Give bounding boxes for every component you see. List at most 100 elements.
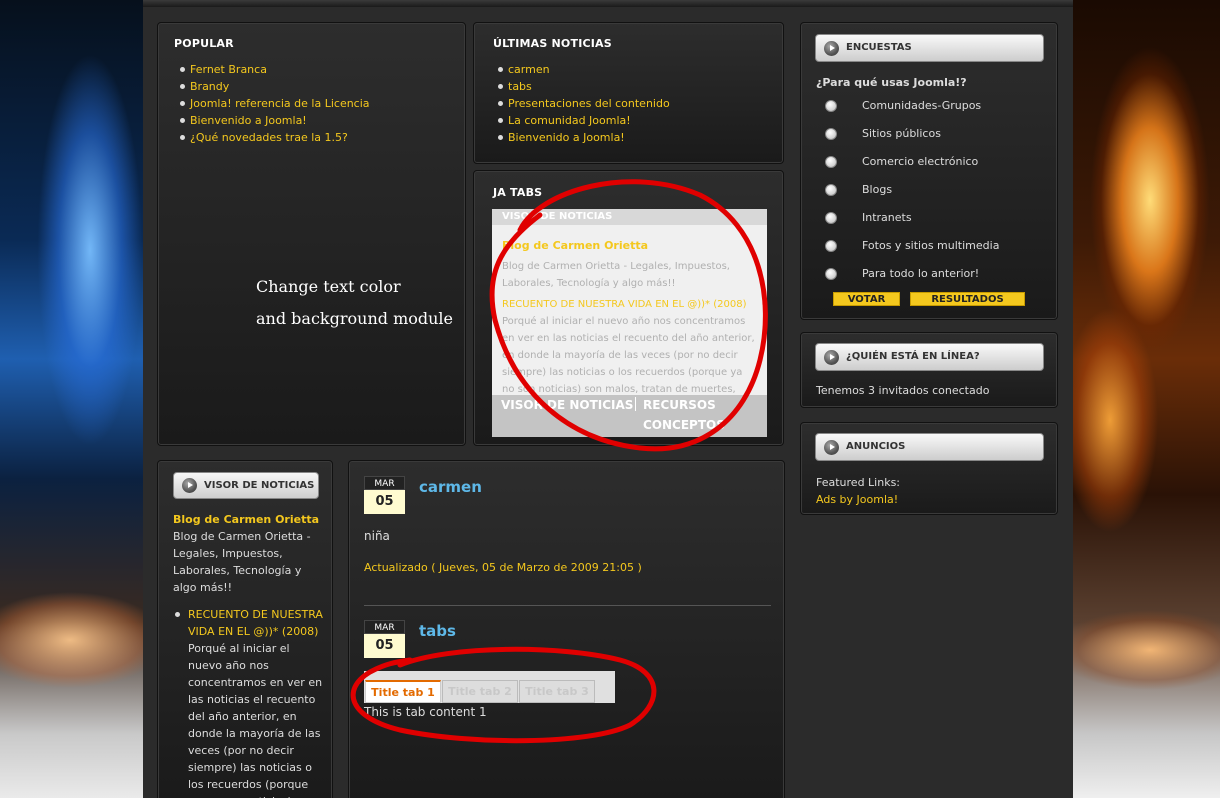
- vote-button[interactable]: VOTAR: [833, 292, 900, 306]
- list-item: Bienvenido a Joomla!: [178, 112, 370, 129]
- ultimas-title: ÚLTIMAS NOTICIAS: [493, 37, 612, 50]
- top-bar: [143, 0, 1073, 7]
- visor-item-text: Porqué al iniciar el nuevo año nos conce…: [188, 642, 323, 798]
- poll-question: ¿Para qué usas Joomla!?: [816, 76, 967, 89]
- popular-link[interactable]: Brandy: [190, 80, 229, 93]
- divider: [364, 605, 771, 606]
- date-day: 05: [364, 634, 405, 658]
- main-content: MAR 05 carmen niña Actualizado ( Jueves,…: [348, 460, 785, 798]
- tab-title-3[interactable]: Title tab 3: [519, 680, 595, 703]
- jatabs-module: JA TABS VISOR DE NOTICIAS Blog de Carmen…: [473, 170, 784, 446]
- jatabs-tabbar: VISOR DE NOTICIAS RECURSOS CONCEPTOS: [492, 395, 767, 437]
- poll-option-label: Sitios públicos: [862, 127, 941, 140]
- visor-blog-text: Blog de Carmen Orietta - Legales, Impues…: [173, 530, 311, 594]
- ultimas-noticias-module: ÚLTIMAS NOTICIAS carmen tabs Presentacio…: [473, 22, 784, 164]
- ads-link[interactable]: Ads by Joomla!: [816, 493, 898, 506]
- annotation-note: Change text color and background module: [256, 271, 453, 335]
- popular-link[interactable]: Joomla! referencia de la Licencia: [190, 97, 370, 110]
- ultimas-link[interactable]: carmen: [508, 63, 550, 76]
- jatabs-post-title[interactable]: Blog de Carmen Orietta: [502, 237, 757, 254]
- popular-link[interactable]: Fernet Branca: [190, 63, 267, 76]
- poll-option-label: Intranets: [862, 211, 912, 224]
- jatabs-tab-visor[interactable]: VISOR DE NOTICIAS: [501, 395, 633, 415]
- poll-option-label: Comunidades-Grupos: [862, 99, 982, 112]
- jatabs-panel: VISOR DE NOTICIAS Blog de Carmen Orietta…: [492, 209, 767, 437]
- radio-button[interactable]: [825, 156, 837, 168]
- radio-button[interactable]: [825, 100, 837, 112]
- jatabs-body: Blog de Carmen Orietta Blog de Carmen Or…: [492, 225, 767, 415]
- arrow-right-icon: [824, 41, 839, 56]
- poll-option-label: Comercio electrónico: [862, 155, 979, 168]
- list-item: Bienvenido a Joomla!: [496, 129, 670, 146]
- list-item: La comunidad Joomla!: [496, 112, 670, 129]
- ultimas-link[interactable]: Bienvenido a Joomla!: [508, 131, 625, 144]
- poll-option-label: Para todo lo anterior!: [862, 267, 980, 280]
- annotation-line: and background module: [256, 309, 454, 328]
- ultimas-list: carmen tabs Presentaciones del contenido…: [496, 61, 670, 146]
- featured-links-label: Featured Links:: [816, 476, 901, 489]
- poll-option-label: Fotos y sitios multimedia: [862, 239, 1000, 252]
- visor-list: RECUENTO DE NUESTRA VIDA EN EL @))* (200…: [173, 606, 323, 798]
- date-badge: MAR 05: [364, 476, 405, 514]
- popular-link[interactable]: Bienvenido a Joomla!: [190, 114, 307, 127]
- list-item: RECUENTO DE NUESTRA VIDA EN EL @))* (200…: [173, 606, 323, 798]
- arrow-right-icon: [182, 478, 197, 493]
- anuncios-title: ANUNCIOS: [846, 441, 906, 452]
- list-item: Brandy: [178, 78, 370, 95]
- date-day: 05: [364, 490, 405, 514]
- encuestas-title-bar: ENCUESTAS: [815, 34, 1044, 62]
- radio-button[interactable]: [825, 184, 837, 196]
- background-fire-scene: [1070, 0, 1220, 798]
- arrow-right-icon: [824, 350, 839, 365]
- ultimas-link[interactable]: Presentaciones del contenido: [508, 97, 670, 110]
- article-title[interactable]: carmen: [419, 478, 482, 496]
- visor-title: VISOR DE NOTICIAS: [204, 480, 315, 491]
- tab-separator: [635, 397, 636, 411]
- popular-list: Fernet Branca Brandy Joomla! referencia …: [178, 61, 370, 146]
- tab-title-2[interactable]: Title tab 2: [442, 680, 518, 703]
- radio-button[interactable]: [825, 128, 837, 140]
- jatabs-inner-header: VISOR DE NOTICIAS: [492, 209, 767, 225]
- radio-button[interactable]: [825, 240, 837, 252]
- visor-item-link[interactable]: RECUENTO DE NUESTRA VIDA EN EL @))* (200…: [188, 608, 323, 638]
- results-button[interactable]: RESULTADOS: [910, 292, 1025, 306]
- list-item: ¿Qué novedades trae la 1.5?: [178, 129, 370, 146]
- visor-title-bar: VISOR DE NOTICIAS: [173, 472, 319, 499]
- visor-blog-title[interactable]: Blog de Carmen Orietta: [173, 511, 323, 528]
- arrow-right-icon: [824, 440, 839, 455]
- jatabs-post-title[interactable]: RECUENTO DE NUESTRA VIDA EN EL @))* (200…: [502, 296, 757, 313]
- article-text: niña: [364, 529, 390, 543]
- radio-button[interactable]: [825, 212, 837, 224]
- jatabs-tab-recursos[interactable]: RECURSOS: [643, 395, 716, 415]
- list-item: Joomla! referencia de la Licencia: [178, 95, 370, 112]
- popular-link[interactable]: ¿Qué novedades trae la 1.5?: [190, 131, 348, 144]
- popular-module: POPULAR Fernet Branca Brandy Joomla! ref…: [157, 22, 466, 446]
- ultimas-link[interactable]: La comunidad Joomla!: [508, 114, 631, 127]
- poll-option-label: Blogs: [862, 183, 893, 196]
- date-badge: MAR 05: [364, 620, 405, 658]
- encuestas-module: ENCUESTAS ¿Para qué usas Joomla!? Comuni…: [800, 22, 1058, 320]
- ultimas-link[interactable]: tabs: [508, 80, 532, 93]
- who-online-module: ¿QUIÉN ESTÁ EN LÍNEA? Tenemos 3 invitado…: [800, 332, 1058, 408]
- annotation-line: Change text color: [256, 277, 401, 296]
- list-item: Presentaciones del contenido: [496, 95, 670, 112]
- radio-button[interactable]: [825, 268, 837, 280]
- anuncios-body: Featured Links: Ads by Joomla!: [816, 474, 900, 508]
- background-blue-scene: [0, 0, 146, 798]
- who-online-title: ¿QUIÉN ESTÁ EN LÍNEA?: [846, 351, 980, 362]
- tab-content: This is tab content 1: [364, 705, 487, 719]
- list-item: Fernet Branca: [178, 61, 370, 78]
- popular-title: POPULAR: [174, 37, 234, 50]
- who-online-title-bar: ¿QUIÉN ESTÁ EN LÍNEA?: [815, 343, 1044, 371]
- jatabs-tab-conceptos[interactable]: CONCEPTOS: [643, 415, 725, 435]
- jatabs-title: JA TABS: [493, 186, 543, 199]
- article-title[interactable]: tabs: [419, 622, 456, 640]
- visor-body: Blog de Carmen Orietta Blog de Carmen Or…: [173, 511, 323, 798]
- jatabs-post-text: Blog de Carmen Orietta - Legales, Impues…: [502, 261, 730, 289]
- anuncios-module: ANUNCIOS Featured Links: Ads by Joomla!: [800, 422, 1058, 515]
- who-online-text: Tenemos 3 invitados conectado: [816, 384, 990, 397]
- anuncios-title-bar: ANUNCIOS: [815, 433, 1044, 461]
- list-item: carmen: [496, 61, 670, 78]
- tab-title-1[interactable]: Title tab 1: [365, 680, 441, 703]
- date-month: MAR: [364, 476, 405, 490]
